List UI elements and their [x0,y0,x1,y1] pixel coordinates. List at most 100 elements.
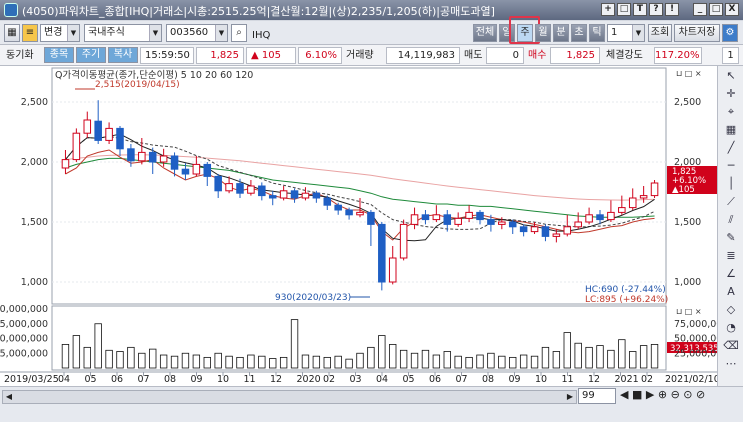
help-button[interactable]: ? [649,3,663,16]
volume-bar [367,346,375,369]
candle-body [421,214,430,221]
volume-bar [83,346,91,369]
tab-all[interactable]: 전체 [473,24,497,42]
angle-icon[interactable]: ∠ [723,266,739,282]
play-icon[interactable]: ▶ [646,388,654,401]
chart-area[interactable]: Q가격이동평균(종가,단순이평) 5 10 20 60 120 2,515(20… [0,66,743,422]
gear-icon[interactable]: ⚙ [722,24,738,42]
alert-button[interactable]: ! [665,3,679,16]
volume-bar [585,346,593,369]
sync-label: 동기화 [6,50,34,61]
count-select[interactable]: 1 ▼ [607,24,645,42]
vertical-line-icon[interactable]: │ [723,176,739,192]
sell-label: 매도 [464,50,483,61]
candle-body [279,190,288,199]
volume-bar [389,343,397,369]
candle-body [628,197,637,209]
scroll-right-icon[interactable]: ▶ [564,391,576,403]
grid-icon[interactable]: ▦ [723,122,739,138]
text-button[interactable]: T [633,3,647,16]
search-icon[interactable]: ⌕ [231,24,247,42]
minimize-button[interactable]: _ [693,3,707,16]
volume-bar [629,351,637,369]
date-tick-label: 07 [138,374,150,385]
tab-tick[interactable]: 틱 [589,24,605,42]
sync-stock-button[interactable]: 종목 [44,47,74,63]
candle-body [138,151,146,162]
more-tools-icon[interactable]: ⋯ [723,356,739,372]
candle-body [650,182,659,197]
candle-body [508,221,517,228]
box-value[interactable]: 1 [722,47,739,64]
save-chart-button[interactable]: 차트저장 [674,24,720,42]
channel-icon[interactable]: ⫽ [723,212,739,228]
query-button[interactable]: 조회 [648,24,672,42]
zoom-fit-icon[interactable]: ⊘ [696,388,705,401]
volume-bar [94,323,102,369]
copy-button[interactable]: 복사 [108,47,138,63]
date-tick-label: 02 [641,374,653,385]
horizontal-scrollbar[interactable]: ◀ ▶ [2,390,577,404]
playback-controls[interactable]: ◀ ■ ▶ ⊕ ⊖ ⊙ ⊘ [620,388,705,401]
date-tick-label: 05 [85,374,97,385]
text-tool-icon[interactable]: A [723,284,739,300]
candle-body [454,217,462,225]
price-volume-chart[interactable]: Q가격이동평균(종가,단순이평) 5 10 20 60 120 2,515(20… [0,66,717,386]
trend-line-icon[interactable]: ╱ [723,140,739,156]
candle-body [225,183,233,192]
volume-tick-label-right: 25,000,000 [674,348,717,359]
mode-select[interactable]: 변경 ▼ [40,24,80,42]
code-input[interactable]: 003560 ▼ [166,24,228,42]
candle-body [170,155,179,170]
sync-period-button[interactable]: 주기 [76,47,106,63]
volume-bar [596,345,604,369]
erase-icon[interactable]: ⌫ [723,338,739,354]
play-back-icon[interactable]: ◀ [620,388,628,401]
maximize-button[interactable]: □ [709,3,723,16]
panel-control-icons[interactable]: ⊔ □ × [676,69,702,78]
candle-body [312,192,321,199]
volume-tick-label-left: 25,000,000 [0,348,48,359]
magnet-icon[interactable]: ⌖ [723,104,739,120]
display-count-input[interactable]: 99 [578,388,616,404]
settings-icon[interactable]: ≡ [22,24,38,42]
cursor-icon[interactable]: ↖ [723,68,739,84]
volume-bar [159,354,168,369]
volume-bar [574,342,582,369]
scroll-left-icon[interactable]: ◀ [3,391,15,403]
date-tick-label: 11 [562,374,574,385]
date-tick-label: 04 [58,374,70,385]
candle-body [247,185,255,194]
pen-icon[interactable]: ✎ [723,230,739,246]
horizontal-line-icon[interactable]: ─ [723,158,739,174]
volume-bar [192,354,201,369]
layout-icon[interactable]: ▦ [4,24,20,42]
market-select[interactable]: 국내주식 ▼ [84,24,162,42]
zoom-out-icon[interactable]: ⊖ [671,388,680,401]
fibonacci-icon[interactable]: ≣ [723,248,739,264]
strength-label: 체결강도 [606,50,643,61]
cycle-icon[interactable]: ◔ [723,320,739,336]
zoom-reset-icon[interactable]: ⊙ [683,388,692,401]
tab-month[interactable]: 월 [535,24,551,42]
code-value: 003560 [170,27,209,38]
crosshair-icon[interactable]: ✛ [723,86,739,102]
candle-body [61,159,70,169]
date-tick-label: 08 [482,374,494,385]
tab-second[interactable]: 초 [571,24,587,42]
candle-body [345,209,353,216]
shape-icon[interactable]: ◇ [723,302,739,318]
volume-panel-control-icons[interactable]: ⊔ □ × [676,307,702,316]
date-tick-label: 06 [111,374,123,385]
add-window-button[interactable]: + [601,3,615,16]
zoom-in-icon[interactable]: ⊕ [658,388,667,401]
pin-button[interactable]: □ [617,3,631,16]
x-end-date: 2021/02/10 [665,374,717,385]
count-value: 1 [611,27,618,38]
close-button[interactable]: X [725,3,739,16]
candle-body [159,155,168,163]
stop-icon[interactable]: ■ [632,388,642,401]
ray-icon[interactable]: ⟋ [723,194,739,210]
volume-bar [116,351,124,369]
tab-minute[interactable]: 분 [553,24,569,42]
